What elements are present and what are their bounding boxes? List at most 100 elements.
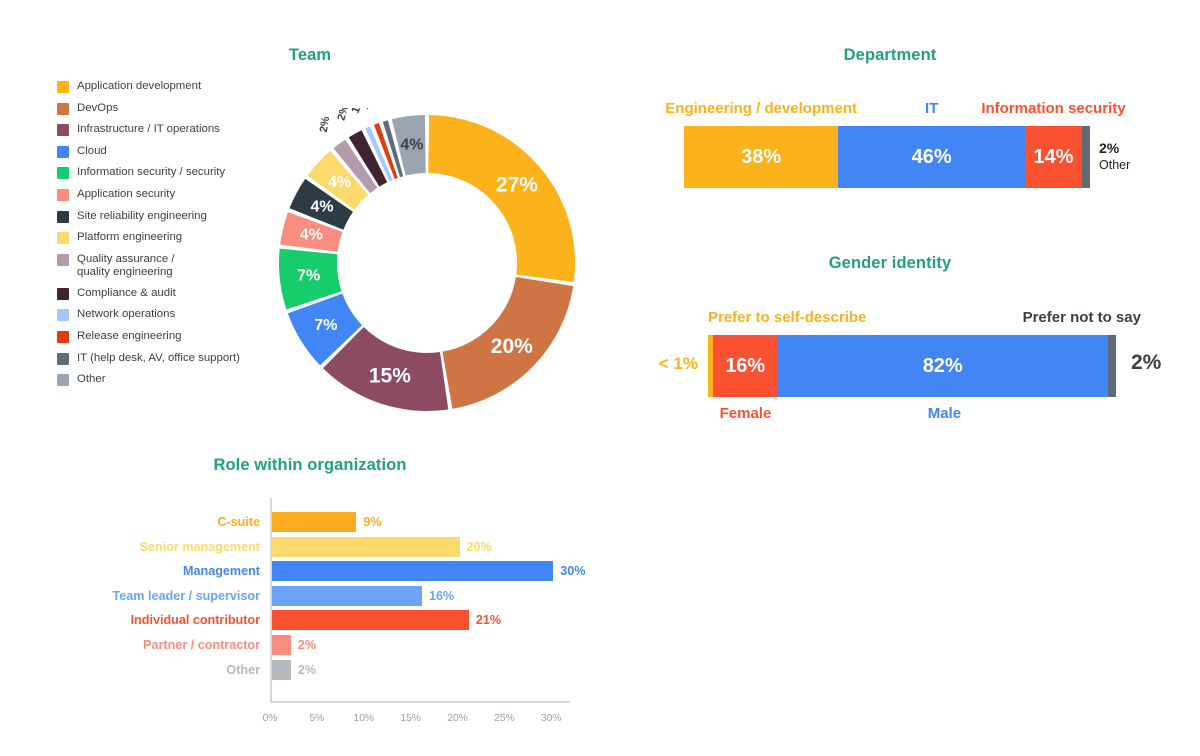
department-category-label: Information security (981, 100, 1126, 117)
role-bar-value: 20% (466, 539, 492, 554)
role-category-label: C-suite (217, 515, 260, 529)
gender-prefer-not-value: 2% (1130, 351, 1162, 374)
legend-item: Infrastructure / IT operations (57, 123, 287, 137)
role-bar-value: 30% (560, 564, 586, 579)
department-segment: 46% (838, 126, 1026, 188)
gender-segment (1107, 335, 1116, 397)
legend-item-label: Site reliability engineering (77, 209, 207, 222)
donut-slice-value: 4% (400, 136, 423, 153)
legend-item-label: Other (77, 373, 106, 386)
role-bar-value: 16% (429, 588, 455, 603)
role-bar-row: Partner / contractor 2% (143, 635, 316, 655)
role-category-label: Individual contributor (130, 613, 260, 628)
role-bar-row: Team leader / supervisor 16% (113, 585, 455, 606)
role-chart-title: Role within organization (213, 456, 407, 474)
legend-item: Other (57, 373, 287, 387)
role-category-label: Other (226, 662, 260, 677)
role-x-tick-label: 30% (541, 713, 562, 724)
department-segment-value: 38% (741, 145, 782, 168)
role-bar-value: 21% (475, 613, 502, 628)
role-bar (272, 512, 357, 532)
role-bar-row: Other 2% (226, 659, 316, 680)
gender-segment-value: 16% (725, 354, 766, 377)
gender-category-label: Prefer to self-describe (708, 309, 867, 326)
legend-swatch (57, 374, 69, 387)
role-x-tick-label: 10% (353, 713, 374, 724)
team-chart-panel: Team Application development DevOps Infras… (0, 0, 620, 440)
role-chart-panel: Role within organization C-suite 9% Senior… (0, 440, 620, 756)
role-bar-value: 2% (297, 638, 316, 652)
donut-slice-value: 20% (491, 335, 533, 358)
role-bar-value: 2% (297, 662, 316, 677)
legend-swatch (57, 309, 69, 322)
gender-self-describe-value: < 1% (658, 354, 698, 373)
role-category-label: Partner / contractor (143, 638, 260, 652)
donut-slice (428, 115, 575, 283)
donut-slice-value: 7% (314, 317, 337, 334)
legend-item-label: Platform engineering (77, 231, 183, 244)
gender-stacked-bar: 16% 82% < 1% Prefer to self-describe Female M… (659, 309, 1164, 422)
legend-item-label: DevOps (77, 101, 119, 114)
role-bar-row: Management 30% (183, 561, 586, 582)
role-category-label: Senior management (139, 539, 260, 554)
donut-slice-value: 7% (297, 268, 320, 285)
legend-item: Quality assurance / quality engineering (57, 253, 287, 279)
legend-item: Cloud (57, 145, 287, 158)
gender-segment-value: 82% (922, 354, 963, 377)
gender-category-label: Prefer not to say (1022, 309, 1141, 326)
department-segment: 14% (1025, 126, 1082, 188)
legend-item-label: Quality assurance / quality engineering (77, 252, 175, 278)
legend-swatch (57, 352, 69, 365)
donut-slice-value: 4% (311, 198, 334, 215)
legend-item-label: Information security / security (77, 166, 226, 179)
department-chart-panel: Department 38% 46% 14% Engineering / develo… (620, 0, 1200, 220)
role-x-tick-label: 15% (400, 713, 421, 724)
department-segment-value: 46% (911, 145, 952, 168)
legend-item-label: Network operations (77, 308, 176, 321)
team-legend: Application development DevOps Infrastruct… (57, 80, 287, 395)
legend-swatch (57, 287, 69, 300)
legend-swatch (57, 210, 69, 223)
department-other-label: Other (1099, 158, 1131, 172)
legend-swatch (57, 145, 69, 158)
legend-item: Site reliability engineering (57, 210, 287, 223)
role-x-tick-label: 5% (309, 713, 325, 724)
department-category-label: IT (924, 100, 939, 117)
role-x-tick-label: 0% (262, 713, 278, 724)
legend-item-label: Compliance & audit (77, 286, 176, 299)
gender-segment: 82% (777, 335, 1108, 397)
role-bar (272, 585, 422, 606)
legend-item: Compliance & audit (57, 287, 287, 300)
donut-slice-value: 2% (318, 116, 332, 134)
donut-slice-value: 4% (300, 226, 323, 243)
team-chart-title: Team (288, 46, 332, 64)
department-segment (1081, 126, 1090, 188)
legend-item-label: Infrastructure / IT operations (77, 123, 220, 136)
legend-swatch (57, 102, 69, 115)
donut-slice-value: 27% (496, 174, 538, 197)
role-bar (272, 610, 469, 631)
legend-item: Platform engineering (57, 231, 287, 245)
gender-category-label: Female (719, 405, 772, 422)
role-bar-row: Senior management 20% (140, 536, 492, 557)
department-bar-track: 38% 46% 14% Engineering / development IT Info… (665, 100, 1130, 188)
legend-item: Application development (57, 80, 287, 93)
department-chart-title: Department (843, 46, 937, 64)
role-bar (272, 659, 291, 680)
legend-item: Release engineering (57, 330, 287, 344)
role-bar (272, 561, 554, 582)
legend-swatch (57, 81, 69, 93)
legend-item-label: Application development (77, 80, 202, 92)
legend-item-label: Release engineering (77, 330, 182, 343)
department-other-value: 2% (1099, 140, 1120, 156)
department-stacked-bar: 38% 46% 14% Engineering / development IT Info… (665, 100, 1164, 188)
legend-item: IT (help desk, AV, office support) (57, 352, 287, 365)
role-bar-value: 9% (363, 515, 382, 529)
legend-swatch (57, 232, 69, 245)
legend-item-label: Application security (77, 187, 176, 200)
department-segment-value: 14% (1033, 145, 1074, 168)
legend-swatch (57, 188, 69, 201)
legend-item: Information security / security (57, 166, 287, 180)
role-x-axis-line (270, 701, 570, 703)
role-bar (272, 536, 460, 557)
